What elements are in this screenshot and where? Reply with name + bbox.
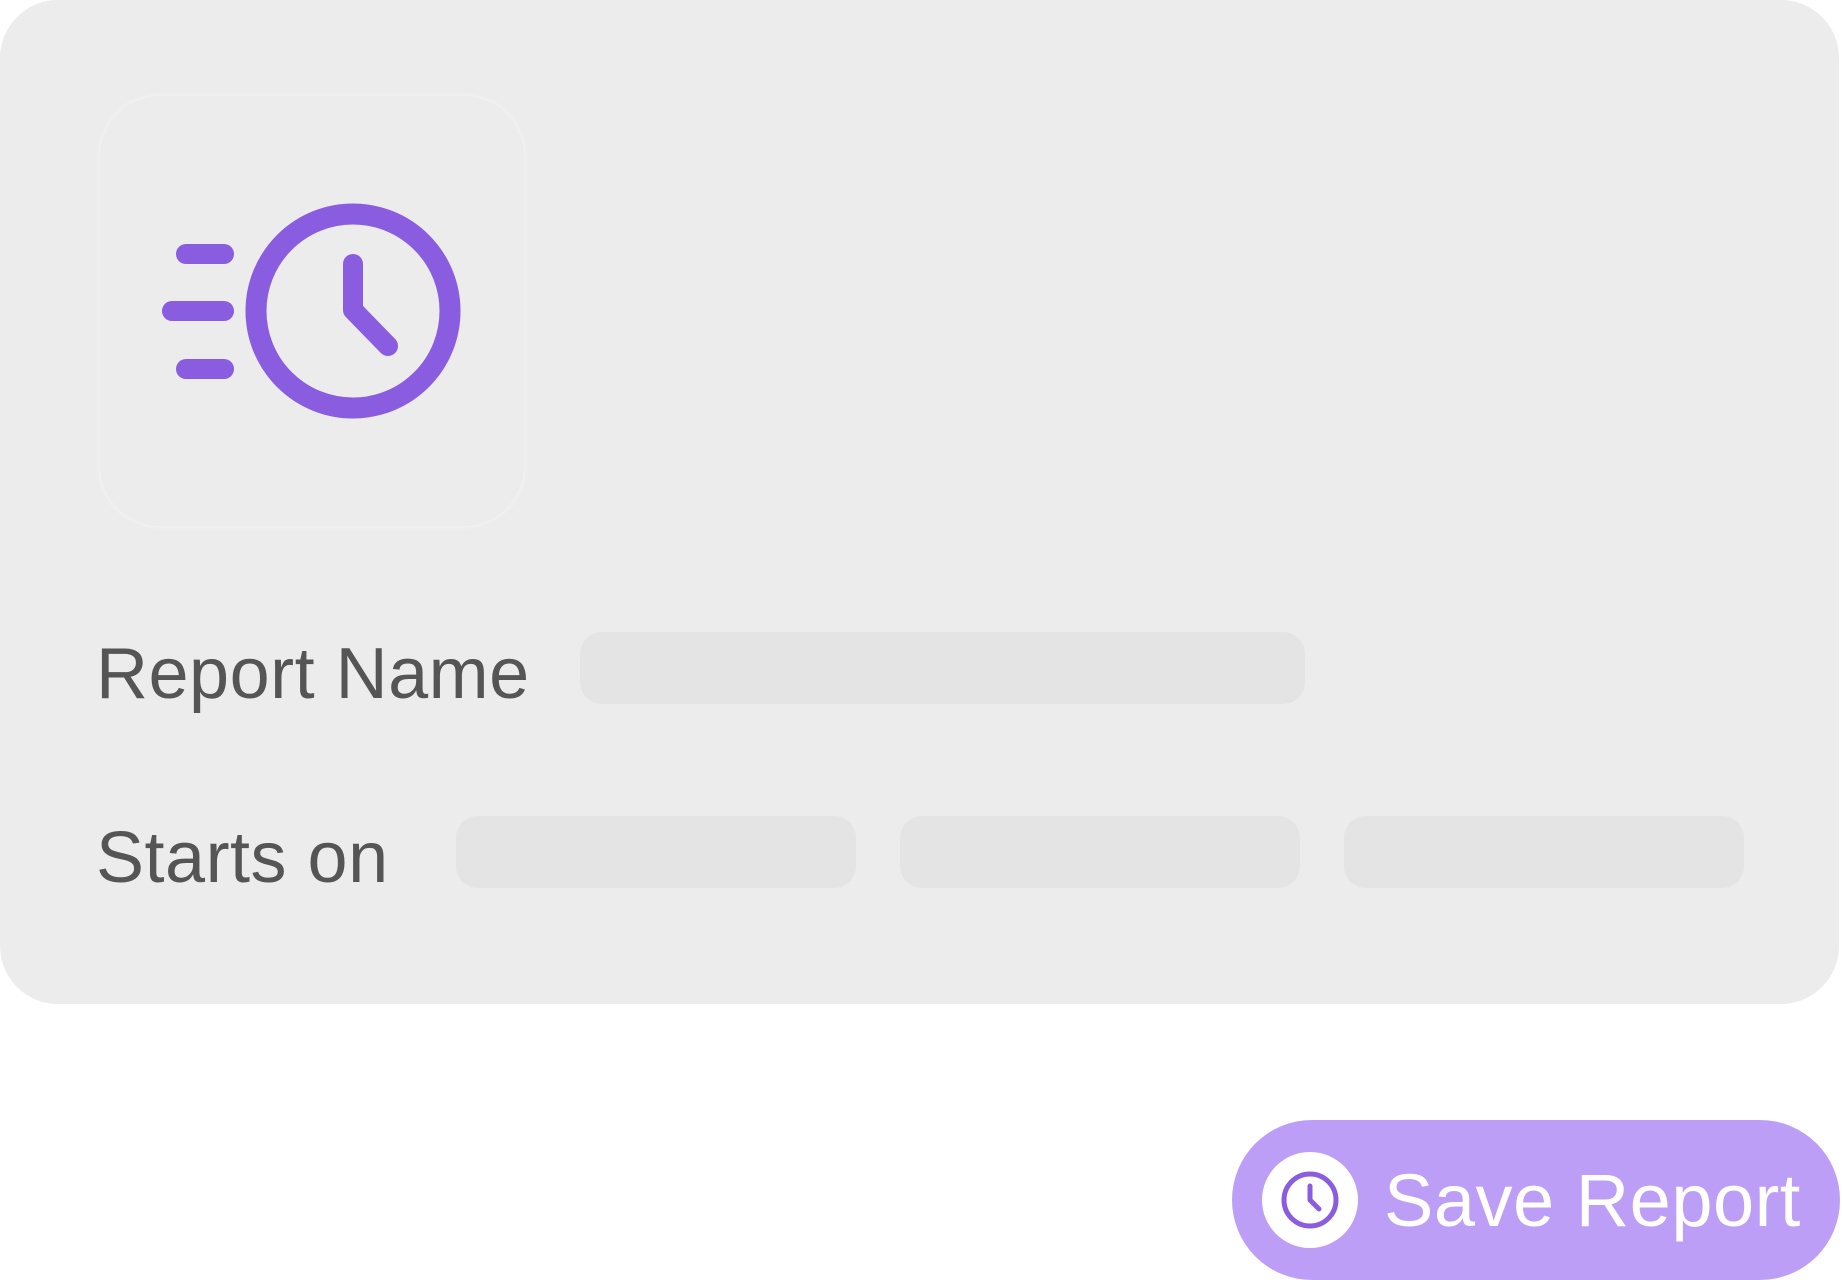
save-report-button[interactable]: Save Report	[1232, 1120, 1840, 1280]
clock-icon	[1281, 1171, 1339, 1229]
save-icon-badge	[1262, 1152, 1358, 1248]
starts-on-field-1[interactable]	[456, 816, 856, 888]
report-card: Report Name Starts on	[0, 0, 1839, 1004]
starts-on-field-2[interactable]	[900, 816, 1300, 888]
save-report-label: Save Report	[1384, 1159, 1801, 1242]
fast-clock-icon	[162, 203, 461, 419]
starts-on-label: Starts on	[96, 818, 389, 898]
report-name-input[interactable]	[580, 632, 1305, 704]
starts-on-field-3[interactable]	[1344, 816, 1744, 888]
report-name-label: Report Name	[96, 634, 530, 714]
report-icon-tile	[100, 96, 524, 526]
